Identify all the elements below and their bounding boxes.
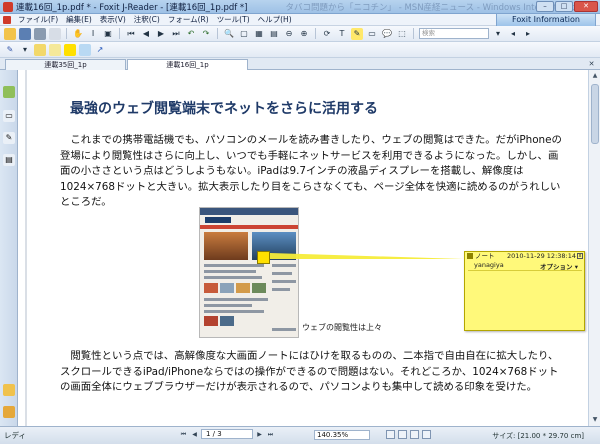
back-arrow-icon[interactable]: ↶: [185, 28, 197, 40]
scroll-down-icon[interactable]: ▼: [590, 415, 600, 425]
navigation-panel: ▭ ✎ ▤: [0, 70, 18, 426]
pencil-icon[interactable]: ✎: [4, 44, 16, 56]
embedded-web-screenshot: [199, 207, 299, 338]
zoom-in-icon[interactable]: ⊕: [298, 28, 310, 40]
search-prev-icon[interactable]: ◂: [507, 28, 519, 40]
scroll-up-icon[interactable]: ▲: [590, 71, 600, 81]
menu-view[interactable]: 表示(V): [96, 14, 130, 25]
page-layout-buttons: [386, 430, 431, 439]
zoom-icon[interactable]: 🔍: [223, 28, 235, 40]
pages-panel-icon[interactable]: [3, 86, 15, 98]
note-close-icon[interactable]: x: [577, 253, 583, 259]
highlight-icon[interactable]: ✎: [351, 27, 363, 40]
window-title: 連載16回_1p.pdf * - Foxit J-Reader - [連載16回…: [16, 2, 248, 13]
page-size: サイズ: [21.00 * 29.70 cm]: [492, 432, 584, 440]
paragraph-1: これまでの携帯電話機でも、パソコンのメールを読み書きしたり、ウェブの閲覧はできた…: [60, 134, 562, 208]
arrow-icon[interactable]: ↗: [94, 44, 106, 56]
note-author: yanagiya: [474, 261, 504, 269]
last-page-button-icon[interactable]: ⏭: [266, 430, 275, 439]
save-icon[interactable]: [19, 27, 31, 40]
signature-icon[interactable]: [3, 406, 15, 418]
tab-document-16[interactable]: 連載16回_1p: [127, 59, 248, 70]
email-icon[interactable]: [49, 27, 61, 40]
print-icon[interactable]: [34, 27, 46, 40]
callout-icon[interactable]: 💬: [381, 28, 393, 40]
facing-icon[interactable]: [410, 430, 419, 439]
vertical-scrollbar[interactable]: ▲ ▼: [588, 70, 600, 426]
continuous-facing-icon[interactable]: [422, 430, 431, 439]
continuous-icon[interactable]: [398, 430, 407, 439]
rotate-icon[interactable]: ⟳: [321, 28, 333, 40]
menu-form[interactable]: フォーム(R): [164, 14, 213, 25]
zoom-level-field[interactable]: 140.35%: [314, 430, 370, 440]
close-tab-icon[interactable]: ✕: [587, 60, 596, 69]
first-page-button-icon[interactable]: ⏮: [179, 430, 188, 439]
menu-file[interactable]: ファイル(F): [14, 14, 62, 25]
single-page-icon[interactable]: [386, 430, 395, 439]
next-page-icon[interactable]: ▶: [155, 28, 167, 40]
maximize-button[interactable]: □: [555, 1, 573, 12]
open-folder-icon[interactable]: [4, 27, 16, 40]
previous-page-icon[interactable]: ◀: [140, 28, 152, 40]
annotation-toolbar: ✎ ▾ ↗: [0, 42, 600, 58]
actual-size-icon[interactable]: ▢: [238, 28, 250, 40]
fit-width-icon[interactable]: ▤: [268, 28, 280, 40]
select-text-icon[interactable]: I: [87, 28, 99, 40]
bookmarks-panel-icon[interactable]: ▭: [3, 110, 15, 122]
status-bar: レディ ⏮ ◀ 1 / 3 ▶ ⏭ 140.35% サイズ: [21.00 * …: [0, 426, 600, 444]
highlighter-icon[interactable]: [64, 43, 76, 56]
paragraph-2: 閲覧性という点では、高解像度な大画面ノートにはひけを取るものの、二本指で自由自在…: [60, 350, 559, 393]
tab-document-35[interactable]: 連載35回_1p: [5, 59, 126, 70]
minimize-button[interactable]: –: [536, 1, 554, 12]
note-popup[interactable]: ノート 2010-11-29 12:38:14 x yanagiya オプション…: [464, 251, 585, 331]
textbox-icon[interactable]: ▭: [366, 28, 378, 40]
last-page-icon[interactable]: ⏭: [170, 28, 182, 40]
note-type-icon: [467, 253, 473, 259]
hand-tool-icon[interactable]: ✋: [72, 28, 84, 40]
annotations-panel-icon[interactable]: ✎: [3, 132, 15, 144]
layers-panel-icon[interactable]: ▤: [3, 154, 15, 166]
prev-page-button-icon[interactable]: ◀: [190, 430, 199, 439]
search-next-icon[interactable]: ▸: [522, 28, 534, 40]
note-icon[interactable]: [34, 43, 46, 56]
page-number-field[interactable]: 1 / 3: [201, 429, 253, 439]
page-edge: [25, 70, 27, 426]
forward-arrow-icon[interactable]: ↷: [200, 28, 212, 40]
typewriter-icon[interactable]: T: [336, 28, 348, 40]
note-date: 2010-11-29 12:38:14: [506, 252, 576, 260]
search-options-icon[interactable]: ▾: [492, 28, 504, 40]
article-title: 最強のウェブ閲覧端末でネットをさらに活用する: [70, 101, 378, 117]
document-view[interactable]: 最強のウェブ閲覧端末でネットをさらに活用する これまでの携帯電話機でも、パソコン…: [19, 70, 588, 426]
menu-tools[interactable]: ツール(T): [213, 14, 254, 25]
image-caption: ウェブの閲覧性は上々: [302, 323, 382, 332]
menu-comment[interactable]: 注釈(C): [130, 14, 164, 25]
note-type: ノート: [475, 252, 495, 260]
close-button[interactable]: ✕: [574, 1, 598, 12]
first-page-icon[interactable]: ⏮: [125, 28, 137, 40]
note-anchor-icon[interactable]: [257, 251, 270, 264]
foxit-information-panel[interactable]: Foxit Information: [496, 13, 596, 27]
document-icon: [3, 15, 11, 24]
menu-help[interactable]: ヘルプ(H): [254, 14, 296, 25]
snapshot-icon[interactable]: ▣: [102, 28, 114, 40]
stamp-icon[interactable]: ⬚: [396, 28, 408, 40]
dropdown-icon[interactable]: ▾: [19, 44, 31, 56]
search-input[interactable]: 検索: [419, 28, 489, 39]
attachments-icon[interactable]: [3, 384, 15, 396]
next-page-button-icon[interactable]: ▶: [255, 430, 264, 439]
status-ready: レディ: [4, 431, 26, 440]
note-connector: [270, 253, 464, 259]
scroll-thumb[interactable]: [591, 84, 599, 144]
shape-icon[interactable]: [79, 43, 91, 56]
title-bar: 連載16回_1p.pdf * - Foxit J-Reader - [連載16回…: [0, 0, 600, 14]
menu-edit[interactable]: 編集(E): [62, 14, 96, 25]
page-navigation: ⏮ ◀ 1 / 3 ▶ ⏭: [179, 429, 275, 439]
note-text-area[interactable]: [468, 270, 582, 329]
document-tab-bar: 連載35回_1p 連載16回_1p: [0, 58, 600, 70]
foxit-app-icon: [3, 1, 13, 12]
comment-icon[interactable]: [49, 43, 61, 56]
fit-page-icon[interactable]: ▦: [253, 28, 265, 40]
zoom-out-icon[interactable]: ⊖: [283, 28, 295, 40]
main-toolbar: ✋ I ▣ ⏮ ◀ ▶ ⏭ ↶ ↷ 🔍 ▢ ▦ ▤ ⊖ ⊕ ⟳ T ✎ ▭ 💬 …: [0, 26, 600, 42]
